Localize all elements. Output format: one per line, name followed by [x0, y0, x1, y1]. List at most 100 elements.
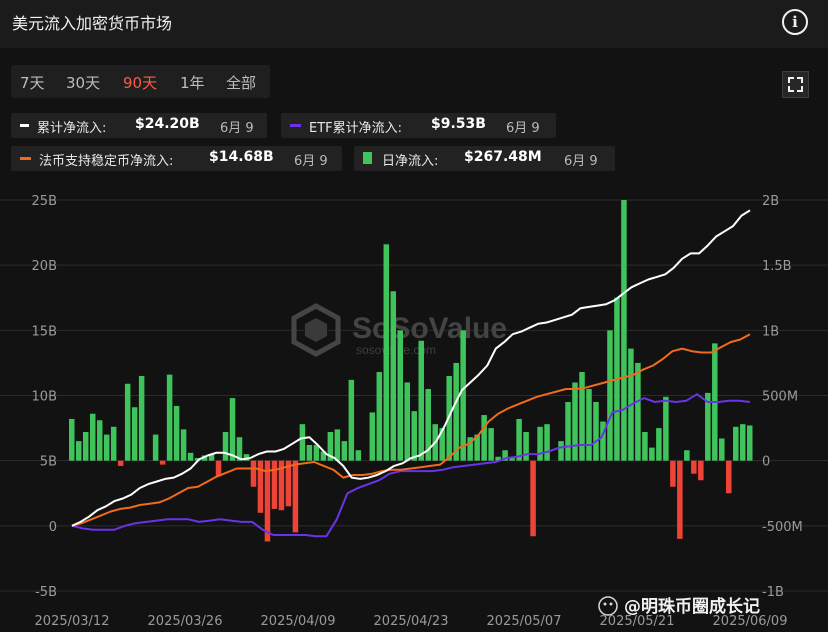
daily-inflow-bar — [292, 460, 299, 533]
daily-inflow-bar — [418, 340, 424, 461]
y-axis-left: 25B 20B 15B 10B 5B 0 -5B — [32, 194, 57, 600]
daily-inflow-bar — [313, 445, 320, 461]
info-icon[interactable]: i — [782, 9, 808, 35]
daily-inflow-bar — [747, 425, 753, 461]
y-right-tick-label: -500M — [762, 520, 803, 535]
y-right-tick-label: 2B — [762, 194, 779, 209]
daily-inflow-bar — [348, 379, 355, 461]
y-left-tick-label: 20B — [32, 259, 57, 274]
daily-inflow-bar — [306, 445, 313, 461]
daily-inflow-bar — [572, 382, 578, 461]
daily-inflow-bars — [69, 200, 753, 542]
tab-30d[interactable]: 30天 — [66, 72, 100, 93]
daily-inflow-bar — [530, 460, 536, 537]
daily-inflow-bar — [124, 383, 131, 461]
daily-inflow-bar — [558, 441, 564, 461]
legend-total-label: 累计净流入: — [37, 121, 107, 136]
daily-inflow-bar — [642, 431, 648, 461]
y-right-tick-label: 1B — [762, 324, 779, 339]
daily-inflow-bar — [250, 460, 257, 487]
daily-inflow-bar — [187, 452, 194, 461]
daily-inflow-bar — [593, 402, 599, 461]
daily-inflow-bar — [663, 396, 669, 461]
legend-total[interactable]: 累计净流入: $24.20B 6月 9 — [11, 113, 267, 138]
daily-inflow-bar — [369, 412, 376, 461]
legend-daily[interactable]: 日净流入: $267.48M 6月 9 — [354, 146, 615, 171]
cumulative-lines — [71, 209, 751, 538]
daily-inflow-bar — [649, 447, 655, 461]
watermark-logo-text: SoSoValue — [352, 312, 507, 345]
daily-inflow-bar — [103, 434, 110, 461]
legend-etf-swatch — [290, 124, 301, 127]
y-right-tick-label: 500M — [762, 390, 798, 405]
flow-chart: SoSoValue sosovalue.com 25B20B15B10B5B0-… — [0, 194, 828, 629]
legend-daily-label: 日净流入: — [382, 154, 439, 169]
daily-inflow-bar — [383, 244, 390, 461]
fullscreen-icon[interactable] — [782, 71, 809, 98]
header-bar: 美元流入加密货币市场 i — [0, 0, 828, 48]
daily-inflow-bar — [180, 429, 187, 461]
daily-inflow-bar — [222, 431, 229, 461]
legend-daily-swatch — [363, 152, 372, 164]
legend-etf[interactable]: ETF累计净流入: $9.53B 6月 9 — [281, 113, 556, 138]
daily-inflow-bar — [110, 426, 117, 461]
legend-stablecoin-label: 法币支持稳定币净流入: — [39, 154, 174, 169]
daily-inflow-bar — [376, 372, 383, 461]
tab-7d[interactable]: 7天 — [20, 72, 45, 93]
y-right-tick-label: 0 — [762, 455, 770, 470]
y-right-tick-label: 1.5B — [762, 259, 792, 274]
y-left-tick-label: 15B — [32, 324, 57, 339]
daily-inflow-bar — [75, 441, 82, 461]
daily-inflow-bar — [69, 418, 75, 461]
x-tick-label: 2025/04/23 — [374, 614, 449, 629]
daily-inflow-bar — [698, 460, 704, 481]
daily-inflow-bar — [229, 398, 236, 461]
y-left-tick-label: 10B — [32, 390, 57, 405]
daily-inflow-bar — [579, 372, 585, 461]
time-range-tabs: 7天 30天 90天 1年 全部 — [11, 65, 270, 98]
daily-inflow-bar — [670, 460, 676, 487]
x-tick-label: 2025/03/12 — [35, 614, 110, 629]
legend-stablecoin[interactable]: 法币支持稳定币净流入: $14.68B 6月 9 — [11, 146, 342, 171]
etf-inflow-line — [71, 393, 751, 538]
daily-inflow-bar — [460, 330, 466, 461]
daily-inflow-bar — [733, 426, 739, 461]
tab-1y[interactable]: 1年 — [180, 72, 205, 93]
tab-all[interactable]: 全部 — [226, 72, 256, 93]
source-tag: @明珠币圈成长记 — [598, 596, 760, 617]
legend-daily-value: $267.48M — [464, 149, 542, 165]
daily-inflow-bar — [635, 362, 641, 461]
tab-90d[interactable]: 90天 — [123, 72, 157, 93]
daily-inflow-bar — [159, 460, 166, 465]
y-left-tick-label: -5B — [35, 585, 57, 600]
daily-inflow-bar — [565, 402, 571, 461]
page-title: 美元流入加密货币市场 — [12, 14, 173, 33]
grid-lines — [0, 199, 828, 592]
legend-stablecoin-swatch — [20, 157, 31, 160]
legend-etf-label: ETF累计净流入: — [309, 121, 403, 136]
y-right-tick-label: -1B — [762, 585, 784, 600]
daily-inflow-bar — [82, 431, 89, 461]
daily-inflow-bar — [334, 429, 341, 461]
daily-inflow-bar — [544, 424, 550, 461]
daily-inflow-bar — [523, 431, 529, 461]
daily-inflow-bar — [453, 362, 459, 461]
legend-total-value: $24.20B — [135, 116, 200, 132]
daily-inflow-bar — [96, 420, 103, 461]
x-tick-label: 2025/03/26 — [148, 614, 223, 629]
daily-inflow-bar — [117, 460, 124, 466]
daily-inflow-bar — [390, 291, 397, 461]
daily-inflow-bar — [656, 428, 662, 461]
daily-inflow-bar — [341, 441, 348, 461]
daily-inflow-bar — [607, 330, 613, 461]
daily-inflow-bar — [705, 392, 711, 461]
daily-inflow-bar — [166, 374, 173, 461]
daily-inflow-bar — [726, 460, 732, 494]
daily-inflow-bar — [488, 428, 494, 461]
source-tag-icon — [598, 596, 618, 616]
y-left-tick-label: 5B — [40, 455, 57, 470]
daily-inflow-bar — [719, 438, 725, 461]
daily-inflow-bar — [411, 411, 417, 461]
legend-etf-value: $9.53B — [431, 116, 486, 132]
daily-inflow-bar — [271, 460, 278, 509]
